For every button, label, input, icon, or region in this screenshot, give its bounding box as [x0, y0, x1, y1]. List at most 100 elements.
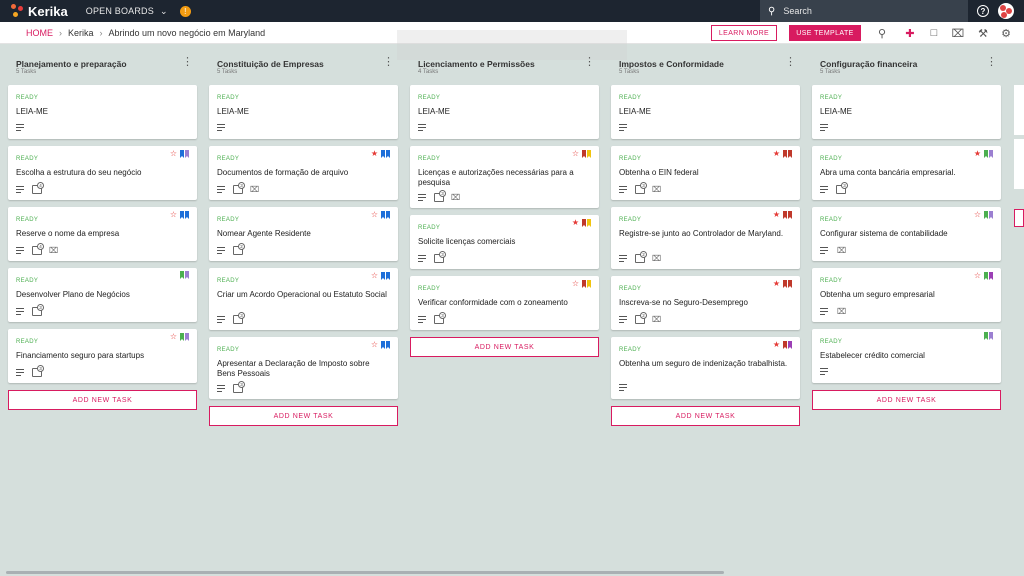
add-person-icon[interactable]: ✚ [903, 26, 917, 40]
task-card[interactable]: READY LEIA-ME [209, 85, 398, 139]
task-card[interactable]: READY LEIA-ME [812, 85, 1001, 139]
search-box[interactable]: ⚲ [760, 0, 968, 22]
tools-icon[interactable]: ⚒ [976, 26, 990, 40]
column-menu-icon[interactable]: ⋮ [785, 57, 796, 68]
task-card[interactable]: ☆ READY Escolha a estrutura do seu negócio… [8, 146, 197, 200]
task-card[interactable]: READY Desenvolver Plano de Negócios 3 [8, 268, 197, 322]
star-outline-icon[interactable]: ☆ [371, 271, 378, 280]
card-icons: 3 [418, 312, 450, 324]
card-status: READY [217, 95, 240, 101]
horizontal-scrollbar[interactable] [6, 571, 724, 574]
chat-icon[interactable]: □ [927, 26, 941, 40]
task-card[interactable]: ☆ READY Financiamento seguro para startups… [8, 329, 197, 383]
column-header[interactable]: Licenciamento e Permissões 4 Tasks ⋮ [410, 52, 599, 77]
task-card[interactable]: ★ READY Abra uma conta bancária empresaria… [812, 146, 1001, 200]
star-filled-icon[interactable]: ★ [773, 210, 780, 219]
add-new-task-button[interactable]: ADD NEW TASK [209, 406, 398, 426]
task-card[interactable]: ☆ READY Nomear Agente Residente 2 [209, 207, 398, 261]
task-card[interactable]: ☆ READY Reserve o nome da empresa 4 ⌧ [8, 207, 197, 261]
task-card[interactable]: ★ READY Obtenha um seguro de indenização t… [611, 337, 800, 399]
breadcrumb-separator-icon: › [99, 27, 103, 38]
star-outline-icon[interactable]: ☆ [572, 149, 579, 158]
task-card[interactable]: READY LEIA-ME [611, 85, 800, 139]
card-status: READY [820, 217, 843, 223]
task-card[interactable]: ☆ READY Obtenha um seguro empresarial ⌧ [812, 268, 1001, 322]
task-card[interactable]: ★ READY Documentos de formação de arquivo 3… [209, 146, 398, 200]
tag-bookmark-icon [386, 210, 390, 219]
checklist-icon: 3 [434, 251, 446, 263]
column-header[interactable]: Configuração financeira 5 Tasks ⋮ [812, 52, 1001, 77]
column-header[interactable]: Planejamento e preparação 5 Tasks ⋮ [8, 52, 197, 77]
task-card[interactable]: ★ READY Obtenha o EIN federal 3 ⌧ [611, 146, 800, 200]
tag-bookmark-icon [185, 332, 189, 341]
help-icon[interactable]: ? [977, 5, 989, 17]
task-card[interactable]: ☆ READY Verificar conformidade com o zonea… [410, 276, 599, 330]
star-outline-icon[interactable]: ☆ [974, 210, 981, 219]
task-card[interactable]: READY LEIA-ME [410, 85, 599, 139]
task-card[interactable]: READY Estabelecer crédito comercial [812, 329, 1001, 383]
card-icons: 4 [16, 182, 48, 194]
breadcrumb-home[interactable]: HOME [26, 28, 53, 38]
description-icon [820, 124, 828, 132]
task-card[interactable]: READY LEIA-ME [8, 85, 197, 139]
task-card[interactable]: ★ READY Registre-se junto ao Controlador d… [611, 207, 800, 269]
star-outline-icon[interactable]: ☆ [371, 340, 378, 349]
column-menu-icon[interactable]: ⋮ [383, 57, 394, 68]
search-input[interactable] [783, 6, 954, 16]
add-new-task-button[interactable]: ADD NEW TASK [410, 337, 599, 357]
task-card[interactable]: ☆ READY Configurar sistema de contabilidad… [812, 207, 1001, 261]
star-filled-icon[interactable]: ★ [371, 149, 378, 158]
column-menu-icon[interactable]: ⋮ [182, 57, 193, 68]
card-title: Licenças e autorizações necessárias para… [418, 168, 574, 187]
task-card[interactable]: ☆ READY Apresentar a Declaração de Imposto… [209, 337, 398, 399]
card-status: READY [619, 156, 642, 162]
kerika-logo[interactable]: Kerika [11, 4, 68, 19]
star-outline-icon[interactable]: ☆ [974, 271, 981, 280]
tag-bookmark-icon [381, 210, 385, 219]
star-outline-icon[interactable]: ☆ [170, 210, 177, 219]
star-outline-icon[interactable]: ☆ [371, 210, 378, 219]
checklist-icon: 2 [233, 243, 245, 255]
star-filled-icon[interactable]: ★ [974, 149, 981, 158]
star-filled-icon[interactable]: ★ [773, 149, 780, 158]
use-template-button[interactable]: USE TEMPLATE [789, 25, 861, 41]
card-status: READY [619, 286, 642, 292]
open-boards-menu[interactable]: OPEN BOARDS ⌄ [86, 6, 168, 17]
notification-badge[interactable]: ! [179, 5, 191, 17]
tag-bookmark-icon [381, 340, 385, 349]
star-filled-icon[interactable]: ★ [773, 279, 780, 288]
card-status: READY [418, 156, 441, 162]
column-header[interactable]: Constituição de Empresas 5 Tasks ⋮ [209, 52, 398, 77]
task-card[interactable]: ★ READY Inscreva-se no Seguro-Desemprego 2 ⌧ [611, 276, 800, 330]
user-avatar[interactable] [998, 3, 1014, 19]
star-outline-icon[interactable]: ☆ [572, 279, 579, 288]
column-menu-icon[interactable]: ⋮ [986, 57, 997, 68]
column-header[interactable]: Impostos e Conformidade 5 Tasks ⋮ [611, 52, 800, 77]
add-new-task-button[interactable]: ADD NEW TASK [812, 390, 1001, 410]
description-icon [217, 186, 225, 194]
card-title: Obtenha um seguro de indenização trabalh… [619, 359, 788, 368]
star-filled-icon[interactable]: ★ [572, 218, 579, 227]
checklist-icon: 2 [635, 251, 647, 263]
breadcrumb-org[interactable]: Kerika [68, 28, 94, 38]
card-icons [820, 124, 836, 132]
tag-bookmark-icon [381, 149, 385, 158]
star-outline-icon[interactable]: ☆ [170, 332, 177, 341]
add-new-task-button[interactable]: ADD NEW TASK [8, 390, 197, 410]
column-menu-icon[interactable]: ⋮ [584, 57, 595, 68]
star-filled-icon[interactable]: ★ [773, 340, 780, 349]
task-card[interactable]: ★ READY Solicite licenças comerciais 3 [410, 215, 599, 269]
add-new-task-button[interactable]: ADD NEW TASK [611, 406, 800, 426]
star-outline-icon[interactable]: ☆ [170, 149, 177, 158]
attachment-icon[interactable]: ⌧ [951, 26, 965, 40]
card-icons: ⌧ [820, 307, 846, 316]
learn-more-button[interactable]: LEARN MORE [711, 25, 777, 41]
card-icons: 3 ⌧ [619, 182, 661, 194]
settings-icon[interactable]: ⚙ [999, 26, 1013, 40]
tag-bookmark-icon [783, 149, 787, 158]
search-icon[interactable]: ⚲ [875, 26, 889, 40]
task-card[interactable]: ☆ READY Criar um Acordo Operacional ou Est… [209, 268, 398, 330]
description-icon [820, 368, 828, 376]
attachment-icon: ⌧ [652, 254, 662, 263]
task-card[interactable]: ☆ READY Licenças e autorizações necessária… [410, 146, 599, 208]
